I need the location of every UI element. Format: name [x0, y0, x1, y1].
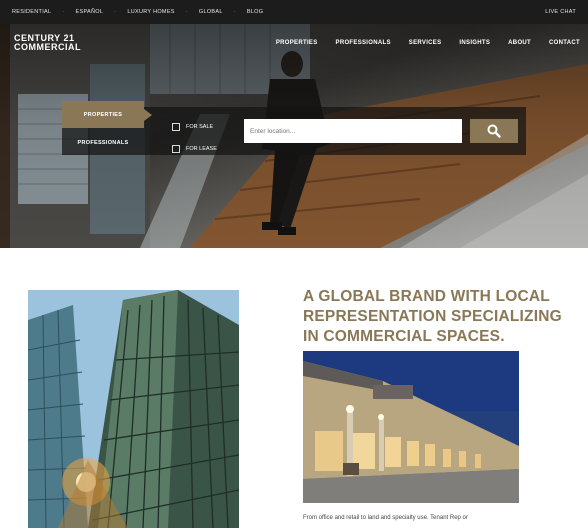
separator: · [114, 9, 117, 15]
brand-logo[interactable]: CENTURY 21 COMMERCIAL [14, 34, 81, 52]
for-lease-label: FOR LEASE [186, 146, 217, 152]
headline-line-2: REPRESENTATION SPECIALIZING [303, 308, 562, 325]
separator: · [233, 9, 236, 15]
separator: · [62, 9, 65, 15]
headline-line-3: IN COMMERCIAL SPACES. [303, 328, 505, 345]
main-nav: PROPERTIES PROFESSIONALS SERVICES INSIGH… [258, 40, 580, 46]
for-sale-label: FOR SALE [186, 124, 214, 130]
nav-item-professionals[interactable]: PROFESSIONALS [336, 40, 391, 46]
utility-link-global[interactable]: GLOBAL [199, 9, 223, 15]
office-tower-image [28, 290, 239, 528]
checkbox-box[interactable] [172, 145, 180, 153]
tab-professionals[interactable]: PROFESSIONALS [62, 131, 144, 155]
hero-section: CENTURY 21 COMMERCIAL PROPERTIES PROFESS… [0, 24, 588, 248]
utility-link-residential[interactable]: RESIDENTIAL [12, 9, 51, 15]
page-headline: A GLOBAL BRAND WITH LOCAL REPRESENTATION… [303, 287, 573, 347]
for-lease-checkbox[interactable]: FOR LEASE [172, 145, 217, 153]
intro-paragraph: From office and retail to land and speci… [303, 515, 468, 521]
nav-item-properties[interactable]: PROPERTIES [276, 40, 318, 46]
search-panel: PROPERTIES PROFESSIONALS FOR SALE FOR LE… [62, 101, 526, 155]
brand-line-2: COMMERCIAL [14, 42, 81, 52]
nav-item-insights[interactable]: INSIGHTS [459, 40, 490, 46]
for-sale-checkbox[interactable]: FOR SALE [172, 123, 213, 131]
utility-link-blog[interactable]: BLOG [247, 9, 263, 15]
utility-link-luxury-homes[interactable]: LUXURY HOMES [127, 9, 174, 15]
checkbox-box[interactable] [172, 123, 180, 131]
utility-link-espanol[interactable]: ESPAÑOL [76, 9, 104, 15]
headline-line-1: A GLOBAL BRAND WITH LOCAL [303, 288, 550, 305]
retail-plaza-image [303, 351, 519, 503]
tab-properties[interactable]: PROPERTIES [62, 101, 152, 128]
search-icon [487, 124, 501, 138]
location-input[interactable] [244, 119, 462, 143]
utility-links: RESIDENTIAL · ESPAÑOL · LUXURY HOMES · G… [12, 0, 263, 24]
nav-item-about[interactable]: ABOUT [508, 40, 531, 46]
separator: · [185, 9, 188, 15]
utility-bar: RESIDENTIAL · ESPAÑOL · LUXURY HOMES · G… [0, 0, 588, 24]
live-chat-link[interactable]: LIVE CHAT [545, 0, 576, 24]
nav-item-services[interactable]: SERVICES [409, 40, 442, 46]
nav-item-contact[interactable]: CONTACT [549, 40, 580, 46]
search-button[interactable] [470, 119, 518, 143]
